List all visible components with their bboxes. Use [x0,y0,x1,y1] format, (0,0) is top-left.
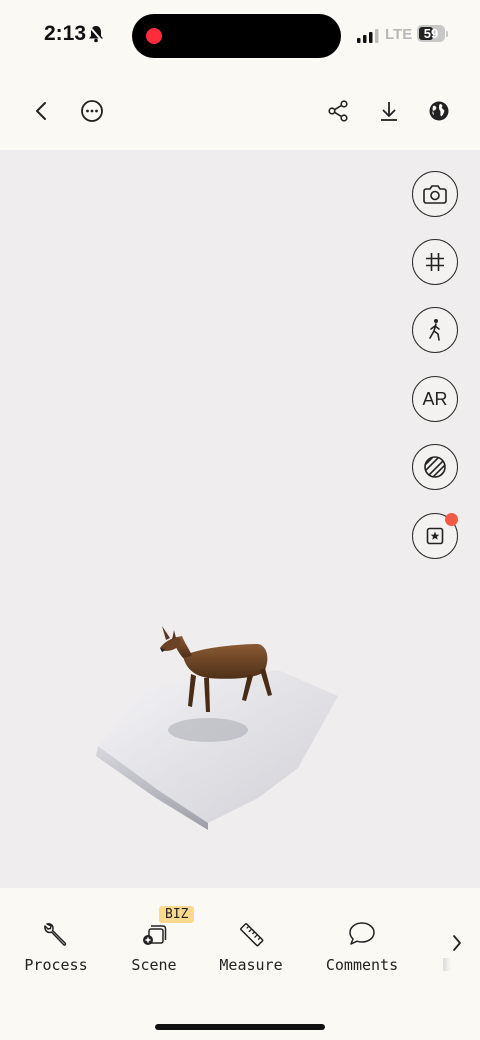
tab-process-label: Process [24,956,88,974]
battery-tip [446,31,448,37]
walk-mode-button[interactable] [412,307,458,353]
camera-icon [423,185,447,204]
more-options-icon[interactable] [78,97,106,125]
home-indicator [155,1024,325,1030]
texture-icon [424,456,446,478]
top-toolbar [0,72,480,150]
status-bar: 2:13 LTE 59 [0,0,480,72]
bookmark-star-icon [426,527,444,545]
dynamic-island [132,14,341,58]
tab-scene[interactable]: Scene [126,920,182,974]
wrench-icon [22,920,90,948]
chevron-right-icon[interactable] [452,934,462,956]
biz-badge: BIZ [159,906,195,923]
tab-measure-label: Measure [219,956,283,974]
walk-icon [429,319,440,341]
tab-scene-label: Scene [131,956,177,974]
signal-icon [357,28,379,47]
tab-comments-label: Comments [325,956,399,974]
ar-button[interactable]: AR [412,376,458,422]
recording-indicator [146,28,162,44]
notification-dot [445,513,458,526]
download-icon[interactable] [375,97,403,125]
grid-icon [426,253,444,271]
scene-icon [126,920,182,948]
tab-measure[interactable]: Measure [216,920,286,974]
texture-button[interactable] [412,444,458,490]
comment-icon [325,920,399,948]
model-viewer[interactable]: AR [0,150,480,888]
network-type: LTE [385,26,413,43]
bottom-tab-bar: Process Scene Measure Comments [0,888,480,1040]
grid-button[interactable] [412,239,458,285]
deer-model[interactable] [88,618,348,838]
tab-overflow-fade [443,958,451,971]
share-icon[interactable] [324,97,352,125]
ar-label: AR [422,388,448,409]
battery-icon: 59 [417,25,445,42]
globe-icon[interactable] [425,97,453,125]
ruler-icon [216,920,286,948]
status-time: 2:13 [44,22,87,45]
bookmark-button[interactable] [412,513,458,559]
battery-level: 59 [423,26,439,41]
tab-process[interactable]: Process [22,920,90,974]
silent-bell-icon [88,25,104,47]
camera-button[interactable] [412,171,458,217]
tab-comments[interactable]: Comments [325,920,399,974]
chevron-left-icon[interactable] [27,97,55,125]
